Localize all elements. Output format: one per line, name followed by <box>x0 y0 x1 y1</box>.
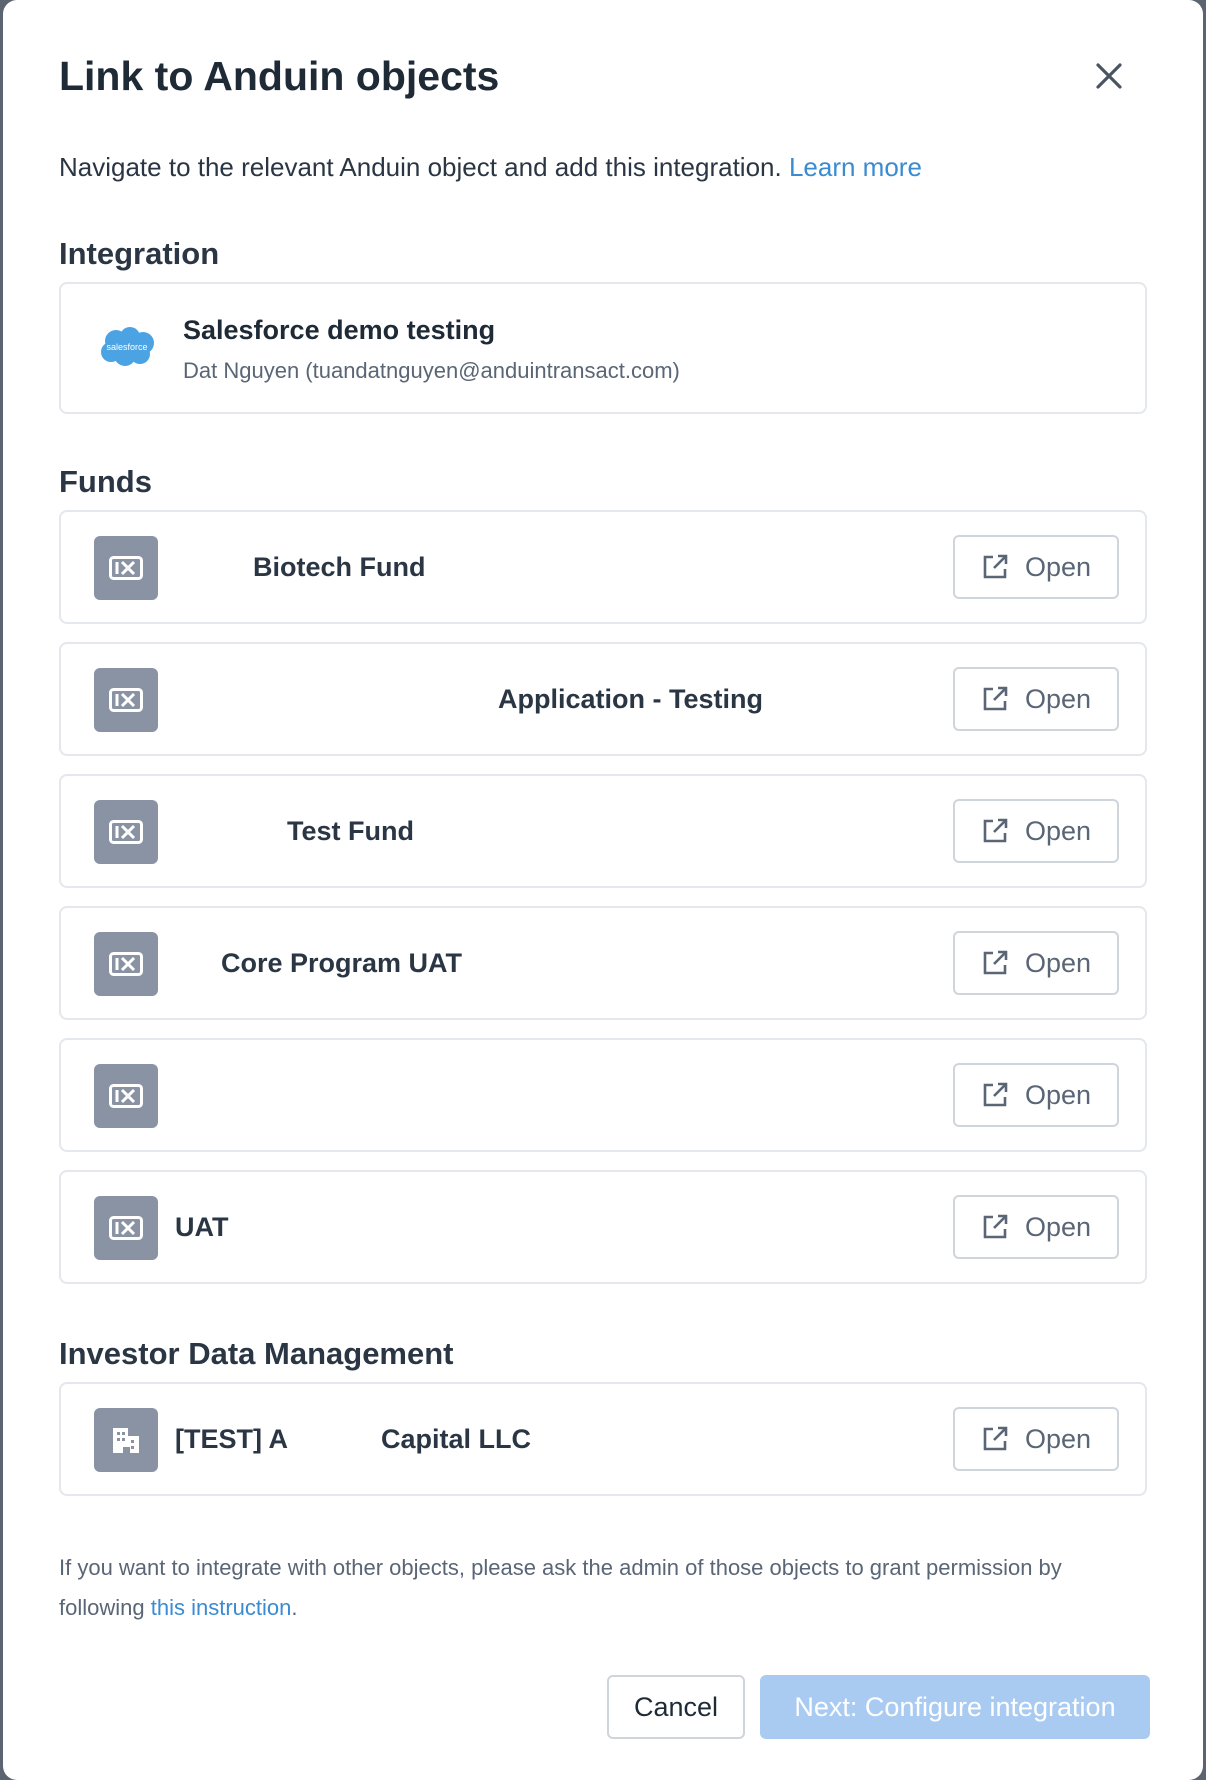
integration-owner: Dat Nguyen (tuandatnguyen@anduintransact… <box>183 358 680 383</box>
fund-icon <box>94 668 158 732</box>
fund-row: Application - Testing Open <box>59 642 1147 756</box>
instruction-link[interactable]: this instruction <box>151 1595 292 1620</box>
open-button[interactable]: Open <box>953 799 1119 863</box>
open-button[interactable]: Open <box>953 1407 1119 1471</box>
next-configure-integration-button[interactable]: Next: Configure integration <box>760 1675 1150 1739</box>
fund-glyph-icon <box>109 1084 143 1108</box>
building-icon <box>94 1408 158 1472</box>
fund-row: Test Fund Open <box>59 774 1147 888</box>
close-icon <box>1096 63 1122 89</box>
fund-name: Core Program UAT <box>221 948 463 978</box>
modal-title: Link to Anduin objects <box>59 53 500 99</box>
fund-glyph-icon <box>109 688 143 712</box>
fund-icon <box>94 1064 158 1128</box>
external-link-icon <box>983 686 1008 711</box>
fund-row: Core Program UAT Open <box>59 906 1147 1020</box>
open-button-label: Open <box>1024 1212 1092 1242</box>
fund-name: Biotech Fund <box>253 552 426 582</box>
fund-name: Application - Testing <box>498 684 763 714</box>
intro-text: Navigate to the relevant Anduin object a… <box>59 150 922 184</box>
open-button-label: Open <box>1024 1424 1092 1454</box>
fund-row: Biotech Fund Open <box>59 510 1147 624</box>
fund-name: Test Fund <box>287 816 414 846</box>
fund-glyph-icon <box>109 1216 143 1240</box>
open-button-label: Open <box>1024 948 1092 978</box>
external-link-icon <box>983 554 1008 579</box>
permission-note-suffix: . <box>291 1595 298 1620</box>
link-objects-modal: Link to Anduin objects Navigate to the r… <box>3 0 1203 1780</box>
idm-heading: Investor Data Management <box>59 1336 454 1371</box>
integration-name: Salesforce demo testing <box>183 315 496 345</box>
intro-description: Navigate to the relevant Anduin object a… <box>59 152 782 182</box>
external-link-icon <box>983 950 1008 975</box>
learn-more-link[interactable]: Learn more <box>789 152 922 182</box>
open-button-label: Open <box>1024 684 1092 714</box>
cancel-button[interactable]: Cancel <box>607 1675 745 1739</box>
fund-glyph-icon <box>109 952 143 976</box>
close-button[interactable] <box>1085 52 1133 100</box>
idm-name-part1: [TEST] A <box>175 1424 288 1454</box>
open-button-label: Open <box>1024 816 1092 846</box>
open-button[interactable]: Open <box>953 667 1119 731</box>
integration-card: salesforce Salesforce demo testing Dat N… <box>59 282 1147 414</box>
open-button[interactable]: Open <box>953 1195 1119 1259</box>
fund-name: UAT <box>175 1212 229 1242</box>
permission-note: If you want to integrate with other obje… <box>59 1548 1149 1628</box>
open-button-label: Open <box>1024 1080 1092 1110</box>
external-link-icon <box>983 1082 1008 1107</box>
fund-glyph-icon <box>109 556 143 580</box>
salesforce-logo-icon: salesforce <box>101 327 154 366</box>
open-button[interactable]: Open <box>953 931 1119 995</box>
open-button[interactable]: Open <box>953 535 1119 599</box>
fund-row: Open <box>59 1038 1147 1152</box>
open-button[interactable]: Open <box>953 1063 1119 1127</box>
salesforce-logo-text: salesforce <box>106 342 147 352</box>
external-link-icon <box>983 1214 1008 1239</box>
idm-row: [TEST] A Capital LLC Open <box>59 1382 1147 1496</box>
funds-heading: Funds <box>59 464 152 499</box>
external-link-icon <box>983 818 1008 843</box>
idm-name-part2: Capital LLC <box>381 1424 532 1454</box>
fund-icon <box>94 536 158 600</box>
fund-icon <box>94 1196 158 1260</box>
external-link-icon <box>983 1426 1008 1451</box>
fund-glyph-icon <box>109 820 143 844</box>
fund-icon <box>94 800 158 864</box>
building-glyph-icon <box>113 1428 139 1453</box>
integration-heading: Integration <box>59 236 220 271</box>
fund-icon <box>94 932 158 996</box>
open-button-label: Open <box>1024 552 1092 582</box>
fund-row: UAT Open <box>59 1170 1147 1284</box>
